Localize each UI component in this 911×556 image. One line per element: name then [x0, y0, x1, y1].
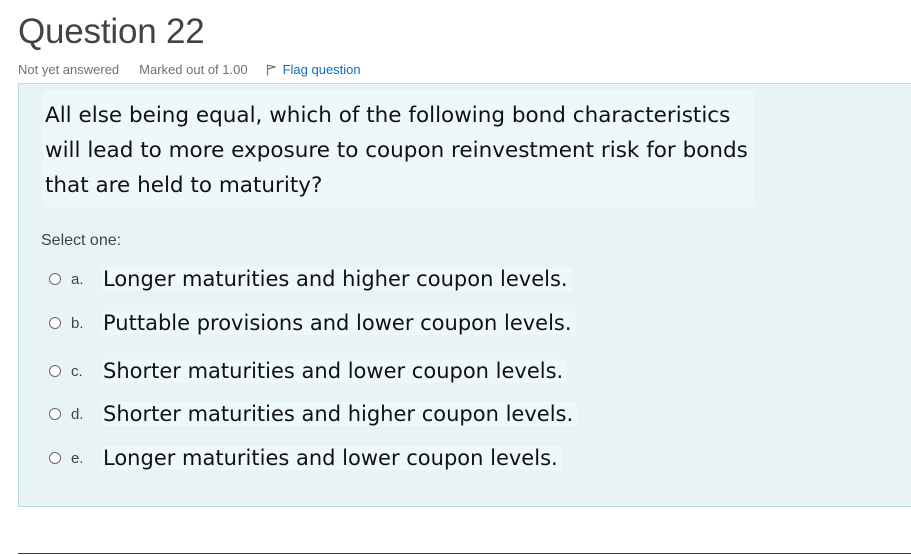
flag-icon: [266, 64, 276, 75]
answer-letter: c.: [71, 362, 83, 380]
answer-option-d[interactable]: d. Shorter maturities and higher coupon …: [49, 399, 749, 429]
answer-letter: d.: [71, 405, 84, 423]
answer-text: Puttable provisions and lower coupon lev…: [101, 311, 576, 335]
radio-button[interactable]: [49, 317, 61, 329]
flag-question-label: Flag question: [282, 62, 361, 77]
question-info: Not yet answered Marked out of 1.00 Flag…: [18, 62, 361, 77]
answer-letter: e.: [71, 449, 84, 467]
radio-button[interactable]: [49, 273, 61, 285]
question-title: Question 22: [18, 12, 205, 51]
question-formulation: All else being equal, which of the follo…: [18, 83, 911, 507]
select-one-prompt: Select one:: [41, 232, 122, 249]
section-divider: [18, 553, 911, 554]
answer-option-e[interactable]: e. Longer maturities and lower coupon le…: [49, 443, 749, 473]
radio-button[interactable]: [49, 408, 61, 420]
answer-status: Not yet answered: [18, 62, 120, 77]
radio-button[interactable]: [49, 452, 61, 464]
question-text: All else being equal, which of the follo…: [43, 90, 755, 207]
answer-option-c[interactable]: c. Shorter maturities and lower coupon l…: [49, 356, 749, 386]
answer-letter: b.: [71, 314, 84, 332]
question-grade: Marked out of 1.00: [139, 62, 248, 77]
answer-option-b[interactable]: b. Puttable provisions and lower coupon …: [49, 308, 749, 338]
answer-option-a[interactable]: a. Longer maturities and higher coupon l…: [49, 264, 749, 294]
answer-text: Shorter maturities and lower coupon leve…: [101, 359, 568, 383]
answer-text: Longer maturities and higher coupon leve…: [101, 267, 572, 291]
radio-button[interactable]: [49, 365, 61, 377]
answer-letter: a.: [71, 270, 84, 288]
answer-text: Longer maturities and lower coupon level…: [101, 446, 562, 470]
answer-text: Shorter maturities and higher coupon lev…: [101, 402, 578, 426]
flag-question-link[interactable]: Flag question: [266, 62, 361, 77]
